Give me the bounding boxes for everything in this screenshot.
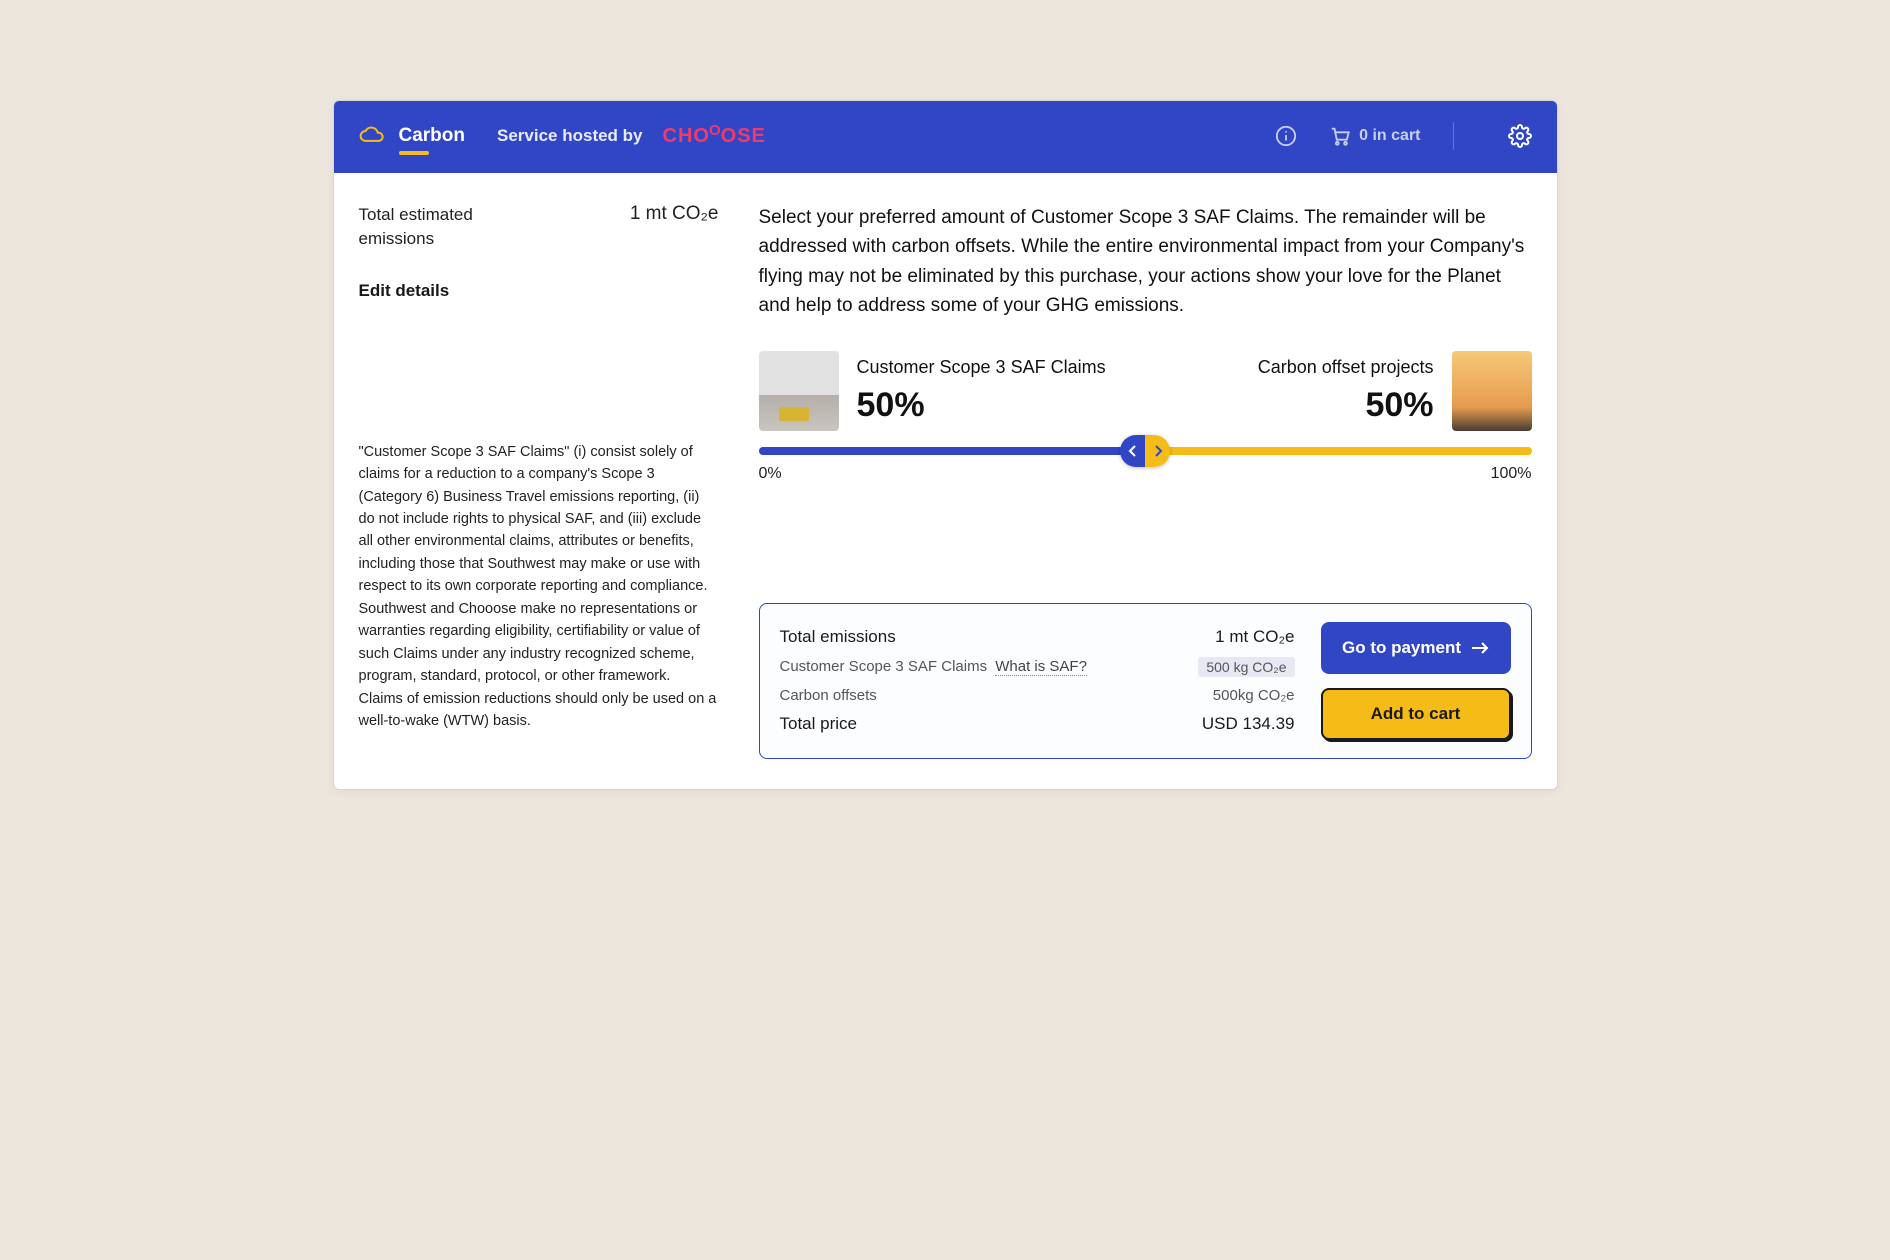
intro-text: Select your preferred amount of Customer… xyxy=(759,203,1532,321)
slider-labels: 0% 100% xyxy=(759,465,1532,483)
summary-offsets-row: Carbon offsets 500kg CO₂e xyxy=(780,682,1295,709)
slider-track[interactable] xyxy=(759,447,1532,455)
header: Carbon Service hosted by CHOOOSE 0 in ca… xyxy=(334,101,1557,171)
fineprint-text: "Customer Scope 3 SAF Claims" (i) consis… xyxy=(359,441,719,733)
saf-value-pill: 500 kg CO₂e xyxy=(1198,657,1294,677)
chevron-left-icon xyxy=(1120,435,1145,467)
edit-details-link[interactable]: Edit details xyxy=(359,281,719,301)
saf-thumbnail xyxy=(759,351,839,431)
cart-button[interactable]: 0 in cart xyxy=(1329,125,1420,147)
add-to-cart-button[interactable]: Add to cart xyxy=(1321,688,1511,740)
offset-title: Carbon offset projects xyxy=(1258,357,1434,378)
carbon-widget: Carbon Service hosted by CHOOOSE 0 in ca… xyxy=(333,100,1558,790)
slider-max-label: 100% xyxy=(1491,465,1532,483)
allocation-display: Customer Scope 3 SAF Claims 50% Carbon o… xyxy=(759,351,1532,431)
saf-percent: 50% xyxy=(857,386,1106,425)
cart-count-text: 0 in cart xyxy=(1359,127,1420,145)
emissions-label: Total estimated emissions xyxy=(359,203,539,251)
summary-table: Total emissions 1 mt CO₂e Customer Scope… xyxy=(780,622,1295,740)
brand-title: Carbon xyxy=(399,125,466,147)
slider-min-label: 0% xyxy=(759,465,782,483)
emissions-row: Total estimated emissions 1 mt CO₂e xyxy=(359,203,719,251)
header-divider xyxy=(1453,122,1454,150)
partner-logo: CHOOOSE xyxy=(663,125,766,148)
saf-col: Customer Scope 3 SAF Claims 50% xyxy=(857,357,1106,425)
summary-price-row: Total price USD 134.39 xyxy=(780,709,1295,739)
body: Total estimated emissions 1 mt CO₂e Edit… xyxy=(334,171,1557,789)
offset-col: Carbon offset projects 50% xyxy=(1258,357,1434,425)
slider-handle[interactable] xyxy=(1120,435,1170,467)
summary-box: Total emissions 1 mt CO₂e Customer Scope… xyxy=(759,603,1532,759)
summary-buttons: Go to payment Add to cart xyxy=(1321,622,1511,740)
offset-percent: 50% xyxy=(1365,386,1433,425)
what-is-saf-link[interactable]: What is SAF? xyxy=(995,658,1087,676)
chevron-right-icon xyxy=(1145,435,1170,467)
go-to-payment-button[interactable]: Go to payment xyxy=(1321,622,1511,674)
saf-title: Customer Scope 3 SAF Claims xyxy=(857,357,1106,378)
summary-total-emissions: Total emissions 1 mt CO₂e xyxy=(780,622,1295,652)
slider-track-right xyxy=(1145,447,1532,455)
cloud-icon xyxy=(359,126,385,146)
info-icon[interactable] xyxy=(1275,125,1297,147)
emissions-value: 1 mt CO₂e xyxy=(630,203,719,225)
arrow-right-icon xyxy=(1471,641,1489,655)
cart-icon xyxy=(1329,125,1351,147)
offset-thumbnail xyxy=(1452,351,1532,431)
slider-track-left xyxy=(759,447,1146,455)
allocation-slider[interactable]: 0% 100% xyxy=(759,447,1532,483)
summary-saf-row: Customer Scope 3 SAF Claims What is SAF?… xyxy=(780,652,1295,682)
hosted-by-label: Service hosted by xyxy=(497,126,643,146)
right-column: Select your preferred amount of Customer… xyxy=(759,203,1532,759)
left-column: Total estimated emissions 1 mt CO₂e Edit… xyxy=(359,203,719,759)
settings-icon[interactable] xyxy=(1508,124,1532,148)
